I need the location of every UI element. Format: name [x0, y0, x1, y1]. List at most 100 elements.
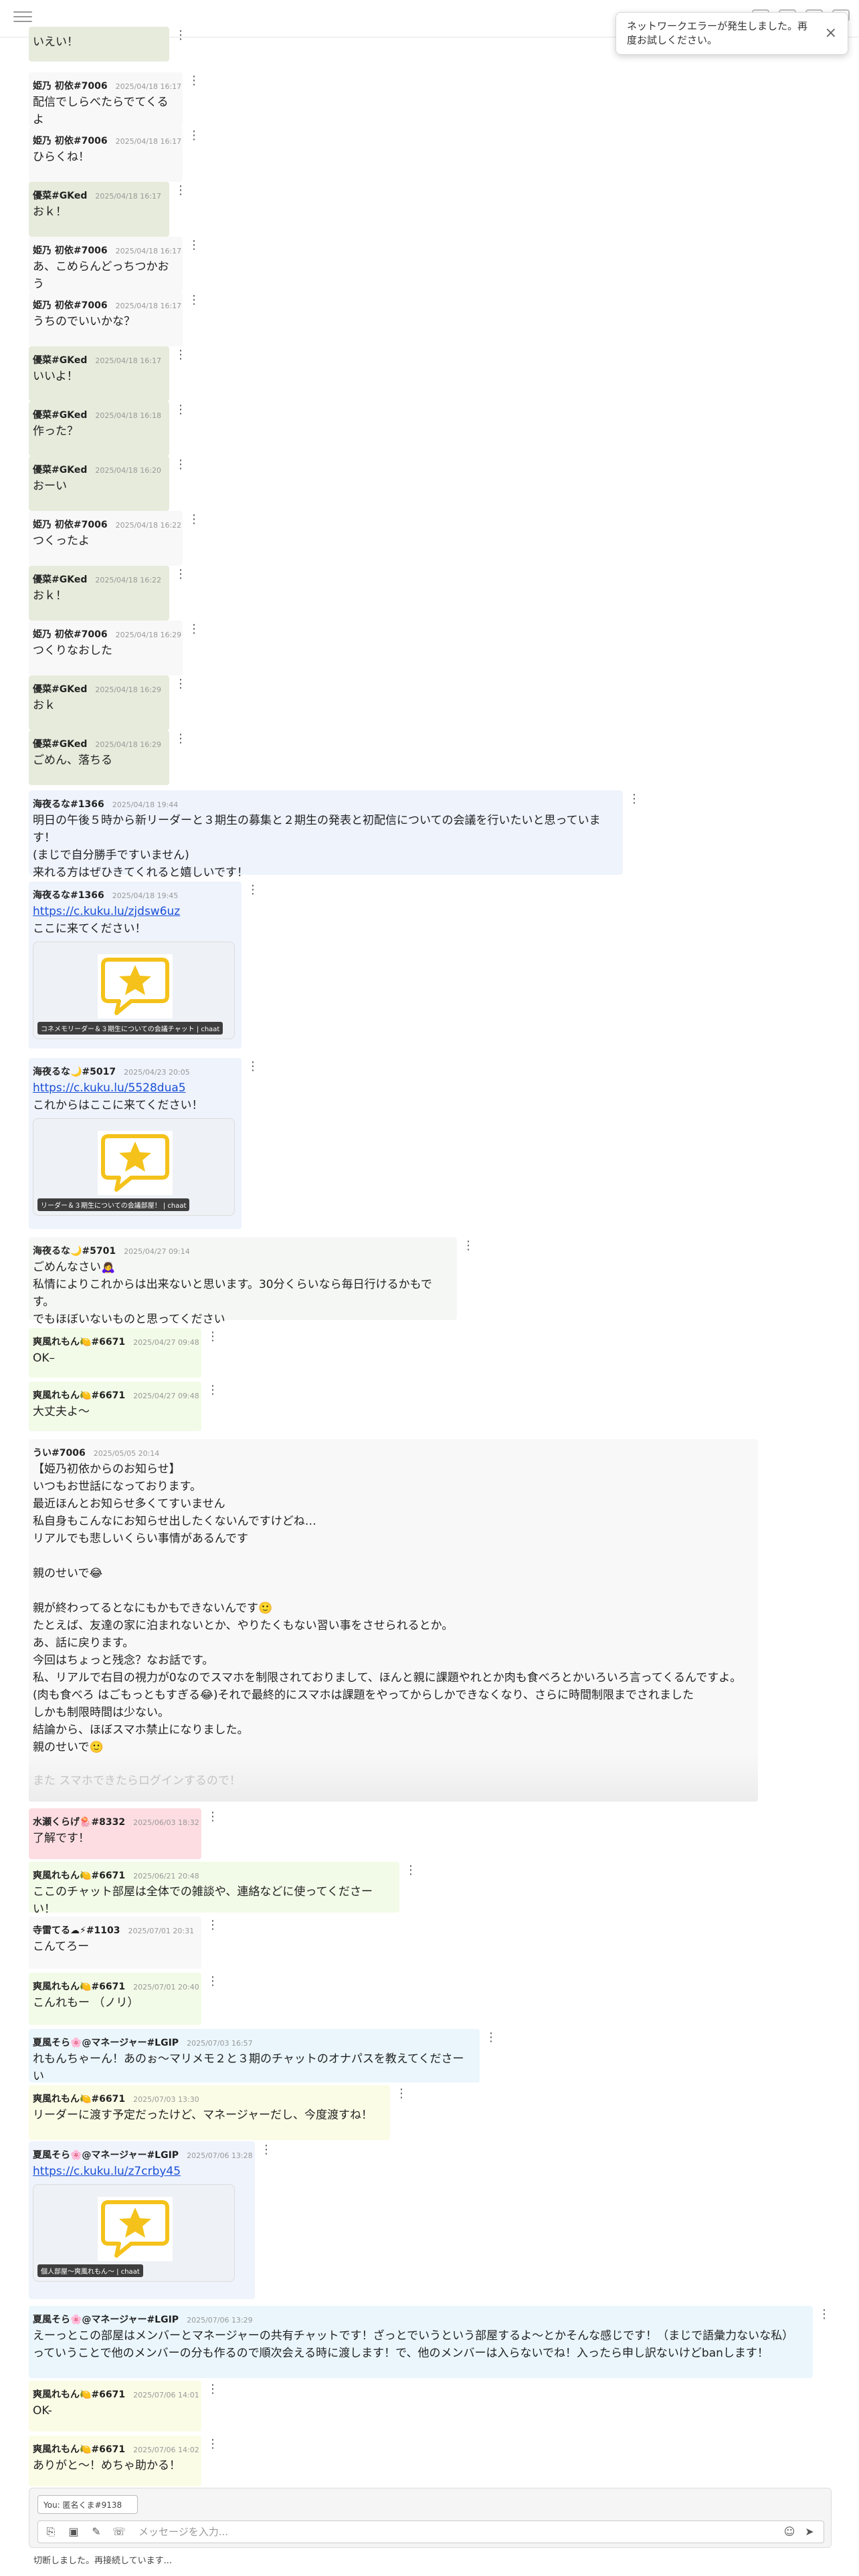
- message-5: 姫乃 初依#7006 2025/04/18 16:17 うちのでいいかな？ ⋮: [29, 292, 200, 346]
- message-menu-icon[interactable]: ⋮: [485, 2032, 497, 2044]
- message-link[interactable]: https://c.kuku.lu/5528dua5: [33, 1079, 233, 1097]
- message-7: 優菜#GKed 2025/04/18 16:18 作った？ ⋮: [29, 401, 187, 456]
- message-16: 海夜るな🌙#5017 2025/04/23 20:05 https://c.kuku…: [29, 1058, 259, 1229]
- message-author[interactable]: 優菜#GKed: [33, 353, 87, 366]
- message-menu-icon[interactable]: ⋮: [175, 733, 187, 745]
- send-icon[interactable]: ➤: [802, 2525, 817, 2539]
- message-author[interactable]: 姫乃 初依#7006: [33, 243, 108, 257]
- message-text: いいよ！: [33, 370, 78, 383]
- message-29: 爽風れもん🍋#6671 2025/07/06 14:01 OK- ⋮: [29, 2381, 219, 2432]
- message-author[interactable]: 海夜るな🌙#5017: [33, 1065, 116, 1078]
- message-link[interactable]: https://c.kuku.lu/zjdsw6uz: [33, 903, 233, 920]
- image-icon[interactable]: ▣: [66, 2525, 81, 2539]
- message-menu-icon[interactable]: ⋮: [207, 1384, 219, 1396]
- message-menu-icon[interactable]: ⋮: [247, 884, 259, 896]
- message-time: 2025/04/27 09:48: [133, 1338, 199, 1347]
- message-menu-icon[interactable]: ⋮: [207, 1811, 219, 1823]
- message-menu-icon[interactable]: ⋮: [175, 568, 187, 580]
- call-icon[interactable]: ☏: [112, 2525, 126, 2539]
- message-author[interactable]: 夏風そら🌸@マネージャー#LGIP: [33, 2313, 179, 2326]
- message-menu-icon[interactable]: ⋮: [188, 623, 200, 635]
- message-author[interactable]: 優菜#GKed: [33, 189, 87, 202]
- display-name-field[interactable]: [37, 2495, 138, 2514]
- message-text: えーっとこの部屋はメンバーとマネージャーの共有チャットです！ざっとでいうという部…: [33, 2329, 794, 2360]
- emoji-icon[interactable]: ☺: [782, 2525, 797, 2539]
- message-author[interactable]: 優菜#GKed: [33, 463, 87, 476]
- message-menu-icon[interactable]: ⋮: [395, 2088, 407, 2100]
- message-author[interactable]: 海夜るな#1366: [33, 888, 104, 901]
- message-author[interactable]: 爽風れもん🍋#6671: [33, 1388, 125, 1402]
- message-header: 海夜るな#1366 2025/04/18 19:45: [33, 888, 233, 903]
- message-menu-icon[interactable]: ⋮: [260, 2144, 272, 2156]
- message-author[interactable]: 爽風れもん🍋#6671: [33, 2387, 125, 2401]
- message-menu-icon[interactable]: ⋮: [188, 130, 200, 142]
- message-time: 2025/07/06 14:02: [133, 2446, 199, 2454]
- message-author[interactable]: 爽風れもん🍋#6671: [33, 1979, 125, 1993]
- message-input[interactable]: [138, 2524, 741, 2540]
- chat-bubble-star-icon: [98, 2197, 173, 2261]
- message-author[interactable]: 優菜#GKed: [33, 572, 87, 586]
- message-menu-icon[interactable]: ⋮: [207, 1331, 219, 1343]
- message-author[interactable]: 寺雷てる☁⚡#1103: [33, 1923, 120, 1937]
- message-menu-icon[interactable]: ⋮: [818, 2309, 830, 2321]
- message-menu-icon[interactable]: ⋮: [188, 294, 200, 306]
- pen-icon[interactable]: ✎: [89, 2525, 104, 2539]
- message-menu-icon[interactable]: ⋮: [207, 1975, 219, 1988]
- menu-icon[interactable]: [13, 8, 32, 25]
- message-menu-icon[interactable]: ⋮: [207, 2383, 219, 2395]
- message-author[interactable]: 姫乃 初依#7006: [33, 134, 108, 147]
- message-menu-icon[interactable]: ⋮: [175, 185, 187, 197]
- link-preview-card[interactable]: コネメモリーダー＆３期生についての会議チャット | chaat: [33, 942, 235, 1039]
- close-icon[interactable]: ×: [825, 26, 837, 41]
- message-author[interactable]: うい#7006: [33, 1446, 86, 1459]
- message-time: 2025/04/18 16:22: [95, 576, 161, 584]
- message-menu-icon[interactable]: ⋮: [188, 239, 200, 251]
- attach-icon[interactable]: ⎘: [43, 2525, 58, 2539]
- message-author[interactable]: 爽風れもん🍋#6671: [33, 2092, 125, 2105]
- message-author[interactable]: 優菜#GKed: [33, 737, 87, 750]
- message-link[interactable]: https://c.kuku.lu/z7crby45: [33, 2163, 247, 2180]
- message-menu-icon[interactable]: ⋮: [175, 678, 187, 690]
- message-header: 姫乃 初依#7006 2025/04/18 16:22: [33, 518, 181, 532]
- message-27: 夏風そら🌸@マネージャー#LGIP 2025/07/06 13:28 https:/…: [29, 2141, 272, 2299]
- message-menu-icon[interactable]: ⋮: [188, 514, 200, 526]
- message-time: 2025/07/06 13:28: [187, 2151, 253, 2160]
- message-menu-icon[interactable]: ⋮: [175, 29, 187, 41]
- message-author[interactable]: 水瀬くらげ🪼#8332: [33, 1815, 125, 1828]
- message-author[interactable]: 優菜#GKed: [33, 682, 87, 695]
- message-author[interactable]: 姫乃 初依#7006: [33, 79, 108, 92]
- message-author[interactable]: 爽風れもん🍋#6671: [33, 1335, 125, 1348]
- message-time: 2025/04/23 20:05: [124, 1068, 190, 1077]
- link-preview-card[interactable]: 個人部屋〜爽風れもん〜 | chaat: [33, 2184, 235, 2282]
- message-text: 配信でしらべたらでてくるよ: [33, 96, 169, 126]
- message-author[interactable]: 海夜るな#1366: [33, 797, 104, 811]
- message-header: 寺雷てる☁⚡#1103 2025/07/01 20:31: [33, 1923, 194, 1938]
- message-menu-icon[interactable]: ⋮: [175, 349, 187, 361]
- message-author[interactable]: 優菜#GKed: [33, 408, 87, 421]
- message-author[interactable]: 夏風そら🌸@マネージャー#LGIP: [33, 2148, 179, 2161]
- message-author[interactable]: 夏風そら🌸@マネージャー#LGIP: [33, 2036, 179, 2049]
- message-author[interactable]: 姫乃 初依#7006: [33, 518, 108, 531]
- message-author[interactable]: 姫乃 初依#7006: [33, 298, 108, 312]
- link-preview-card[interactable]: リーダー＆３期生についての会議部屋！ | chaat: [33, 1118, 235, 1216]
- message-author[interactable]: 海夜るな🌙#5701: [33, 1244, 116, 1257]
- message-2: 姫乃 初依#7006 2025/04/18 16:17 ひらくね！ ⋮: [29, 127, 200, 182]
- message-author[interactable]: 姫乃 初依#7006: [33, 627, 108, 641]
- message-menu-icon[interactable]: ⋮: [207, 1919, 219, 1931]
- message-text: つくったよ: [33, 534, 90, 548]
- message-menu-icon[interactable]: ⋮: [628, 793, 640, 805]
- message-text: おｋ: [33, 699, 56, 712]
- message-author[interactable]: 爽風れもん🍋#6671: [33, 1868, 125, 1882]
- message-menu-icon[interactable]: ⋮: [247, 1061, 259, 1073]
- message-author[interactable]: 爽風れもん🍋#6671: [33, 2442, 125, 2456]
- message-menu-icon[interactable]: ⋮: [175, 404, 187, 416]
- message-menu-icon[interactable]: ⋮: [462, 1240, 474, 1252]
- message-header: 夏風そら🌸@マネージャー#LGIP 2025/07/03 16:57: [33, 2036, 472, 2050]
- message-menu-icon[interactable]: ⋮: [405, 1864, 417, 1876]
- message-14: 海夜るな#1366 2025/04/18 19:44 明日の午後５時から新リーダーと…: [29, 790, 640, 879]
- message-menu-icon[interactable]: ⋮: [175, 459, 187, 471]
- message-text: れもんちゃーん！あのぉ〜マリメモ２と３期のチャットのオナパスを教えてくださーい: [33, 2052, 464, 2083]
- message-menu-icon[interactable]: ⋮: [207, 2438, 219, 2450]
- message-header: 爽風れもん🍋#6671 2025/07/06 14:01: [33, 2387, 199, 2402]
- message-menu-icon[interactable]: ⋮: [188, 75, 200, 87]
